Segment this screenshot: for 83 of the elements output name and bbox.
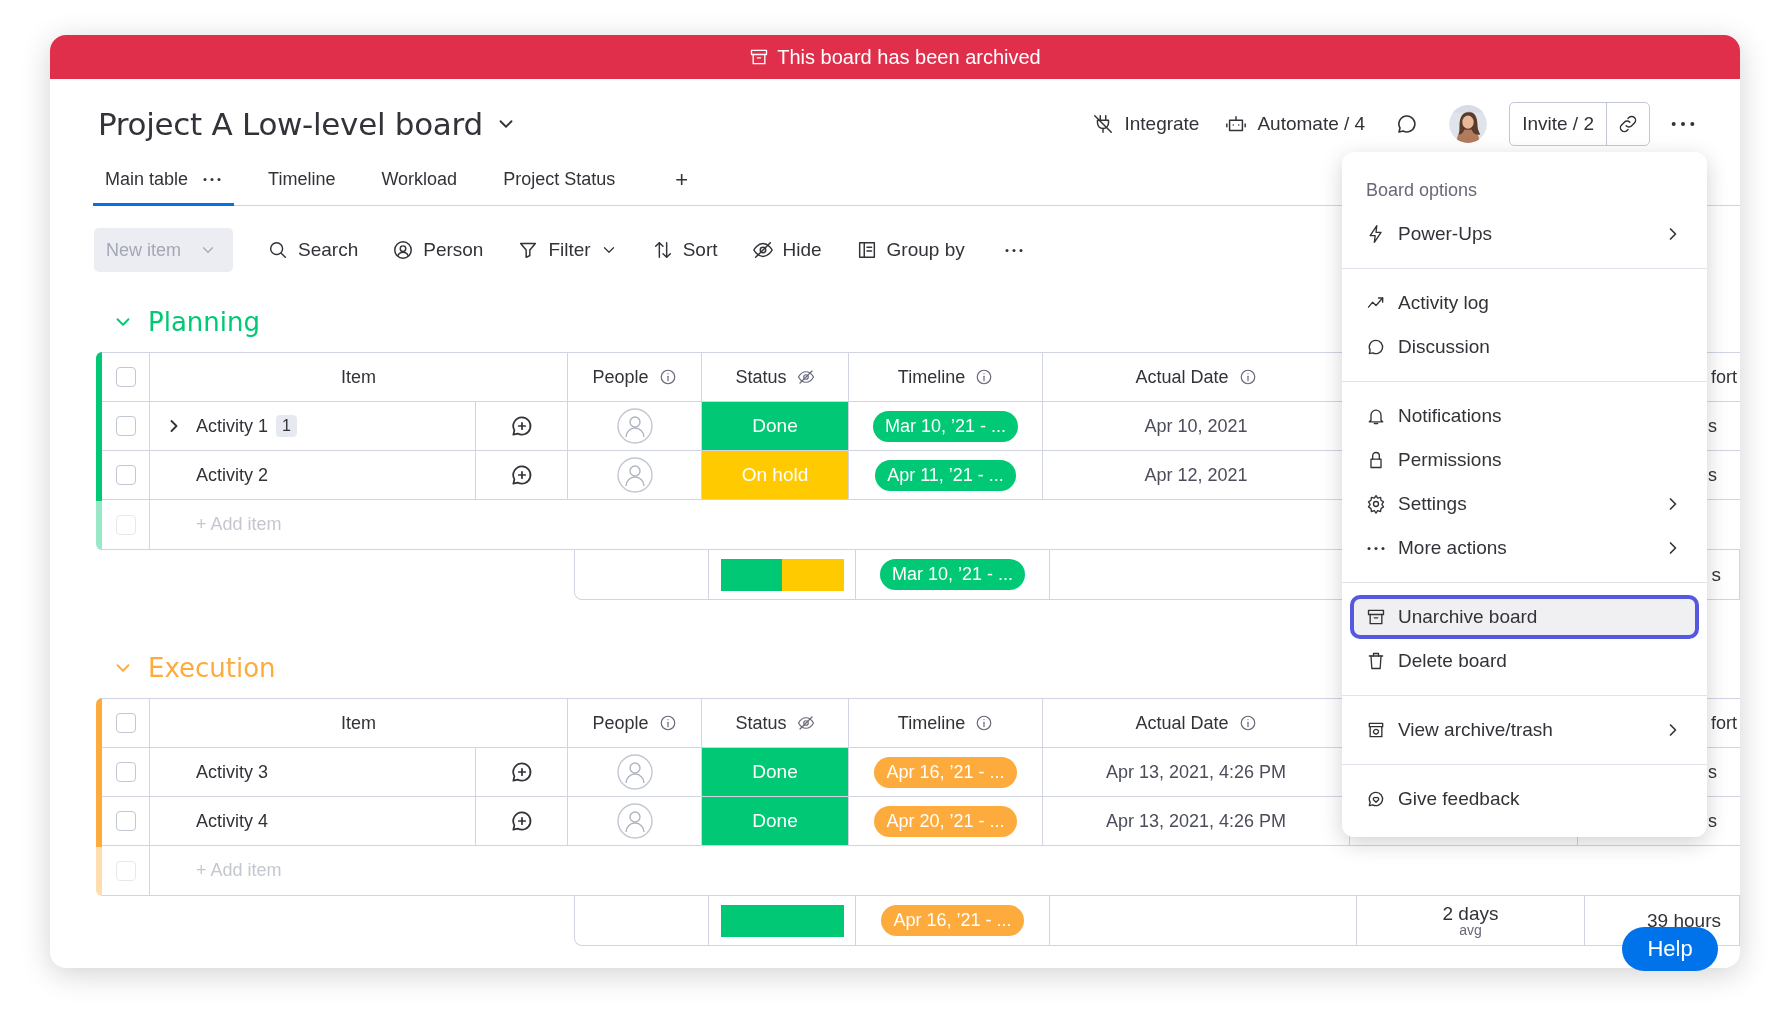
menu-item[interactable]: Discussion — [1350, 325, 1699, 369]
timeline-pill: Mar 10, ’21 - ... — [879, 559, 1025, 590]
chat-bubble-icon — [1366, 337, 1386, 357]
integrate-button[interactable]: Integrate — [1092, 113, 1200, 135]
menu-item[interactable]: Power-Ups — [1350, 212, 1699, 256]
column-header: Timeline — [897, 712, 966, 734]
column-header: People — [592, 366, 649, 388]
person-icon — [392, 239, 415, 261]
info-icon — [658, 714, 677, 732]
menu-item[interactable]: Permissions — [1350, 438, 1699, 482]
add-tab-button[interactable]: + — [649, 155, 715, 205]
eye-off-icon — [796, 714, 815, 732]
subitem-count: 1 — [276, 415, 297, 437]
menu-item[interactable]: Give feedback — [1350, 777, 1699, 821]
trash-icon — [1366, 651, 1386, 671]
column-header: Status — [735, 366, 787, 388]
heart-chat-icon — [1366, 789, 1386, 809]
empty-avatar-icon[interactable] — [616, 803, 653, 839]
tab[interactable]: Workload — [369, 155, 470, 206]
empty-avatar-icon[interactable] — [616, 457, 653, 493]
search-icon — [267, 239, 289, 261]
checkbox[interactable] — [115, 465, 136, 485]
archive-box-icon — [1366, 607, 1386, 627]
tab[interactable]: Project Status — [491, 155, 628, 206]
info-icon — [1238, 368, 1257, 386]
help-button[interactable]: Help — [1622, 927, 1718, 971]
unplugged-icon — [1092, 113, 1115, 135]
dots-icon — [1366, 546, 1386, 550]
eye-off-icon — [796, 368, 815, 386]
menu-item[interactable]: More actions — [1350, 526, 1699, 570]
summary-caption: avg — [1459, 923, 1482, 937]
column-header: fort — [1711, 366, 1737, 388]
dots-icon — [202, 177, 223, 181]
empty-avatar-icon[interactable] — [616, 754, 653, 790]
column-header: Item — [341, 712, 376, 734]
menu-item[interactable]: Settings — [1350, 482, 1699, 526]
dots-icon — [1670, 122, 1696, 126]
column-header: fort — [1711, 712, 1737, 734]
toolbar-button[interactable]: Sort — [651, 239, 718, 261]
gear-icon — [1366, 494, 1386, 514]
board-title: Project A Low-level board — [98, 106, 483, 142]
checkbox[interactable] — [115, 367, 136, 387]
checkbox[interactable] — [115, 811, 136, 831]
automate-button[interactable]: Automate / 4 — [1225, 113, 1366, 135]
dots-icon — [1002, 248, 1025, 252]
column-header: Status — [735, 712, 787, 734]
info-icon — [1238, 714, 1257, 732]
column-header: Actual Date — [1135, 366, 1229, 388]
banner-text: This board has been archived — [777, 45, 1041, 69]
info-icon — [658, 368, 677, 386]
checkbox[interactable] — [115, 713, 136, 733]
column-header: People — [592, 712, 649, 734]
info-icon — [975, 368, 994, 386]
column-header: Timeline — [897, 366, 966, 388]
menu-item[interactable]: View archive/trash — [1350, 708, 1699, 752]
empty-avatar-icon[interactable] — [616, 408, 653, 444]
item-name[interactable]: Activity 2 — [196, 464, 269, 486]
checkbox[interactable] — [115, 762, 136, 782]
menu-title: Board options — [1365, 178, 1479, 202]
column-header: Actual Date — [1135, 712, 1229, 734]
toolbar-button[interactable]: Hide — [751, 239, 822, 261]
info-icon — [975, 714, 994, 732]
link-icon — [1617, 113, 1639, 135]
tab[interactable]: Main table — [93, 155, 235, 206]
toolbar-button[interactable]: Person — [392, 239, 484, 261]
menu-item[interactable]: Unarchive board — [1350, 595, 1699, 639]
menu-item[interactable]: Notifications — [1350, 394, 1699, 438]
menu-item[interactable]: Delete board — [1350, 639, 1699, 683]
archive-refresh-icon — [1366, 720, 1386, 740]
toolbar-button[interactable]: Group by — [855, 239, 965, 261]
menu-item[interactable]: Activity log — [1350, 281, 1699, 325]
archive-box-icon — [749, 47, 770, 67]
column-header: Item — [341, 366, 376, 388]
toolbar-button[interactable]: Search — [267, 239, 359, 261]
tab[interactable]: Timeline — [256, 155, 348, 206]
item-name[interactable]: Activity 4 — [196, 810, 269, 832]
item-name[interactable]: Activity 1 — [196, 415, 269, 437]
item-name[interactable]: Activity 3 — [196, 761, 269, 783]
checkbox[interactable] — [115, 416, 136, 436]
toolbar-button[interactable]: Filter — [517, 239, 618, 261]
timeline-pill: Apr 16, ’21 - ... — [881, 905, 1024, 936]
eye-off-icon — [751, 239, 774, 261]
summary-value: 2 days — [1442, 904, 1499, 923]
